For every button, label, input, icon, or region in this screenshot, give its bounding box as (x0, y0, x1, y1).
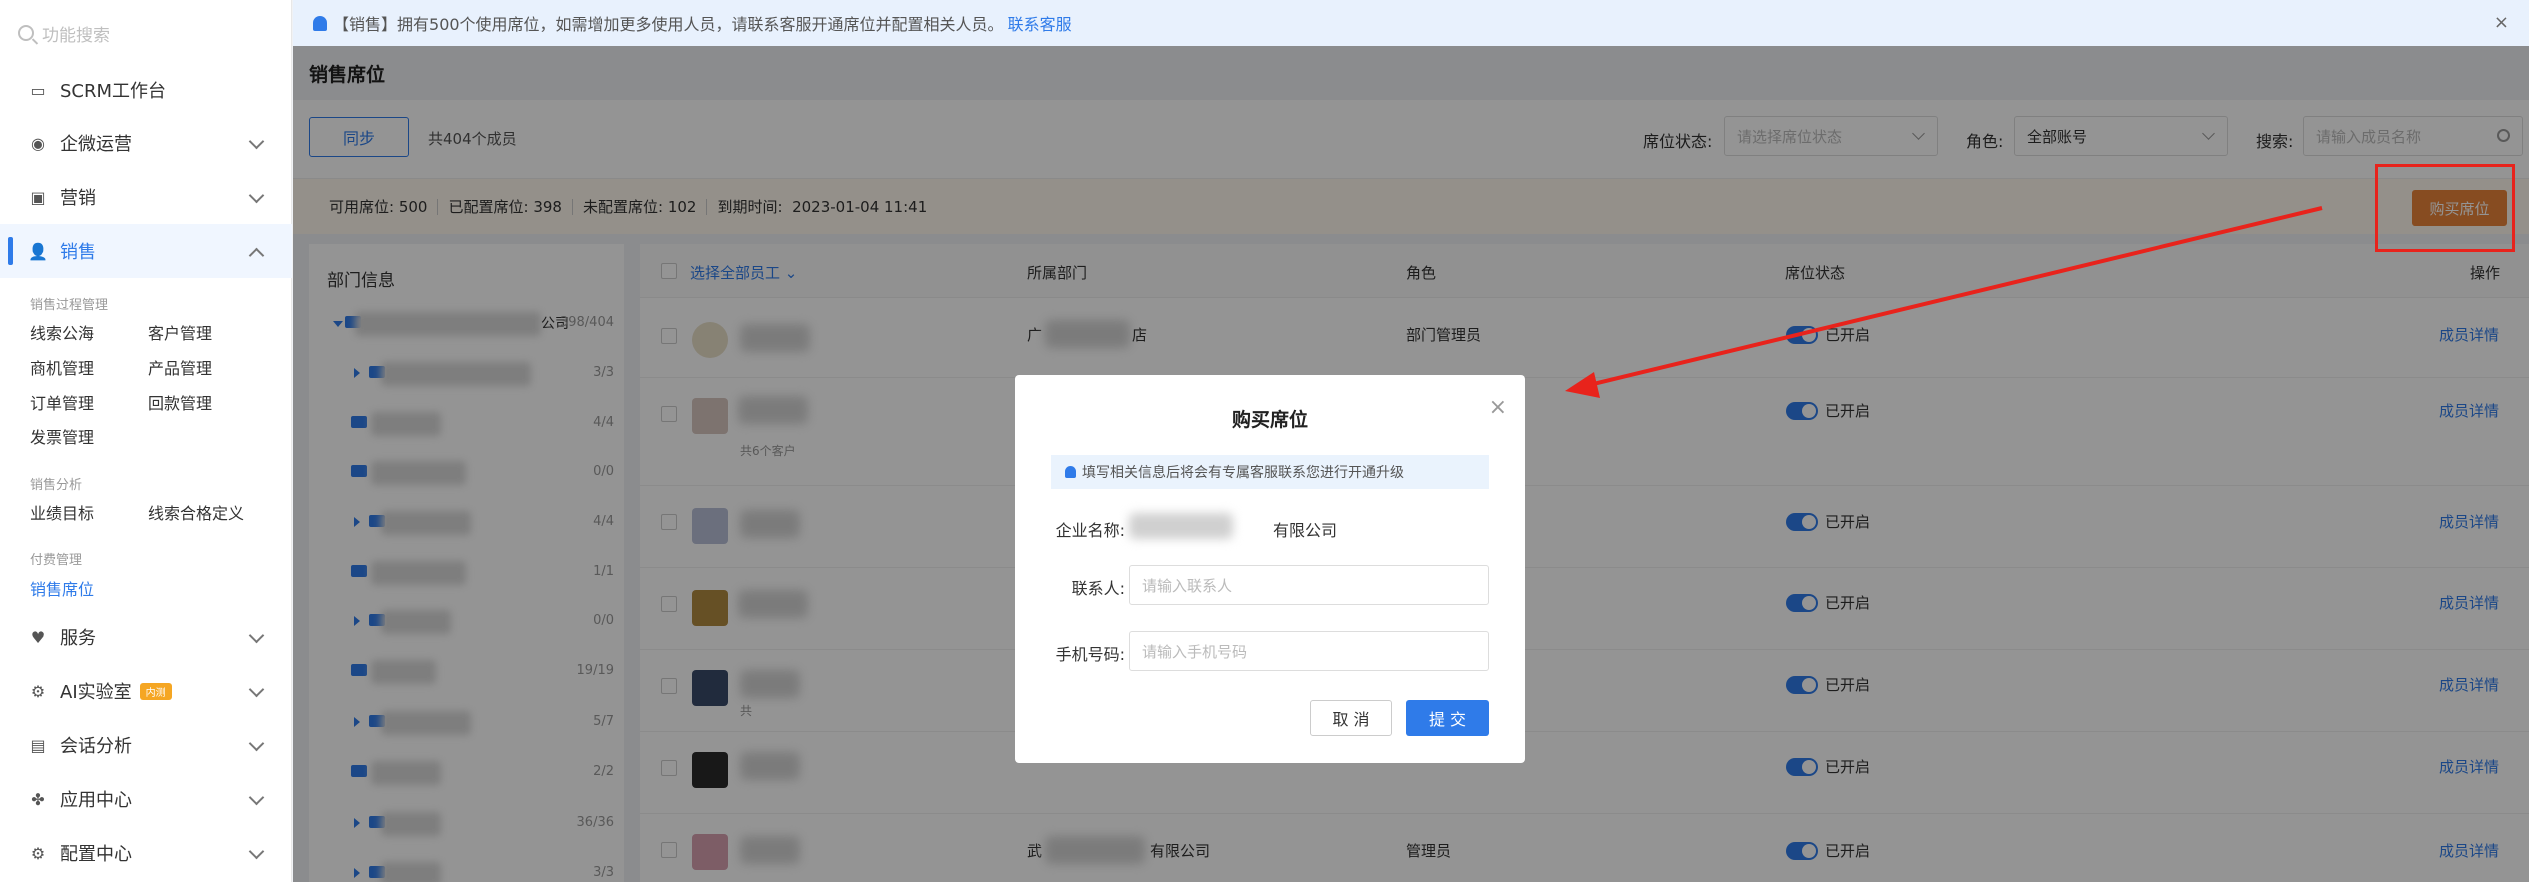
sublink-sales-seats[interactable]: 销售席位 (30, 576, 94, 600)
heart-icon: ♥ (30, 627, 46, 647)
close-icon[interactable]: × (2494, 12, 2509, 33)
notice-tag: 【销售】 (333, 15, 398, 34)
beta-badge: 内测 (139, 682, 172, 700)
buy-seats-dialog: 购买席位 × 填写相关信息后将会有专属客服联系您进行开通升级 企业名称: 有限公… (1015, 375, 1525, 763)
menu-label: 企微运营 (60, 134, 132, 155)
menu-label: SCRM工作台 (60, 81, 167, 102)
ai-icon: ⚙ (30, 681, 46, 701)
cancel-button[interactable]: 取 消 (1310, 700, 1392, 736)
company-label: 企业名称: (1055, 521, 1125, 540)
menu-label: 应用中心 (60, 790, 132, 811)
chevron-down-icon (248, 789, 265, 806)
contact-support-link[interactable]: 联系客服 (1008, 11, 1072, 35)
close-icon[interactable]: × (1489, 395, 1507, 420)
sublink-payment-mgmt[interactable]: 回款管理 (148, 390, 212, 414)
group-sales-analysis: 销售分析 (30, 478, 83, 493)
sublink-order-mgmt[interactable]: 订单管理 (30, 390, 94, 414)
menu-label: 会话分析 (60, 736, 132, 757)
search-icon (18, 25, 34, 41)
menu-item-config-center[interactable]: ⚙ 配置中心 (0, 826, 292, 880)
notice-text: 拥有500个使用席位，如需增加更多使用人员，请联系客服开通席位并配置相关人员。 (397, 15, 1004, 34)
group-paid-mgmt: 付费管理 (30, 553, 83, 568)
menu-item-ai-lab[interactable]: ⚙ AI实验室 内测 (0, 664, 292, 718)
dialog-tip-text: 填写相关信息后将会有专属客服联系您进行开通升级 (1082, 465, 1404, 481)
monitor-icon: ▭ (30, 80, 46, 100)
menu-label: AI实验室 (60, 682, 132, 703)
chevron-down-icon (248, 133, 265, 150)
sublink-invoice-mgmt[interactable]: 发票管理 (30, 424, 94, 448)
annotation-highlight-box (2375, 164, 2515, 252)
bell-icon (1065, 466, 1076, 478)
contact-input[interactable]: 请输入联系人 (1129, 565, 1489, 605)
chevron-down-icon (248, 627, 265, 644)
bell-icon (313, 15, 327, 31)
chat-icon: ◉ (31, 133, 45, 153)
user-add-icon: 👤 (28, 241, 48, 261)
group-sales-process: 销售过程管理 (30, 298, 109, 313)
phone-label: 手机号码: (1055, 645, 1125, 664)
menu-item-app-center[interactable]: ✤ 应用中心 (0, 772, 292, 826)
phone-placeholder: 请输入手机号码 (1142, 642, 1248, 661)
submit-button[interactable]: 提 交 (1406, 700, 1489, 736)
menu-label: 服务 (60, 628, 96, 649)
megaphone-icon: ▣ (30, 187, 46, 207)
chevron-down-icon (248, 187, 265, 204)
menu-item-scrm-workbench[interactable]: ▭ SCRM工作台 (0, 63, 292, 117)
gear-icon: ⚙ (30, 843, 46, 863)
sublink-lead-qualification[interactable]: 线索合格定义 (148, 500, 244, 524)
sublink-product-mgmt[interactable]: 产品管理 (148, 355, 212, 379)
menu-item-sales[interactable]: 👤 销售 (0, 224, 292, 278)
notice-bar: 【销售】 拥有500个使用席位，如需增加更多使用人员，请联系客服开通席位并配置相… (293, 0, 2529, 46)
blurred-company-name (1129, 513, 1233, 539)
analysis-icon: ▤ (30, 735, 46, 755)
menu-label: 营销 (60, 188, 96, 209)
chevron-down-icon (248, 843, 265, 860)
sublink-performance-target[interactable]: 业绩目标 (30, 500, 94, 524)
menu-item-wecom-ops[interactable]: ◉ 企微运营 (0, 116, 292, 170)
menu-item-session-analysis[interactable]: ▤ 会话分析 (0, 718, 292, 772)
sublink-opportunity-mgmt[interactable]: 商机管理 (30, 355, 94, 379)
phone-input[interactable]: 请输入手机号码 (1129, 631, 1489, 671)
sidebar-search-placeholder: 功能搜索 (42, 25, 110, 46)
sublink-leads-pool[interactable]: 线索公海 (30, 320, 94, 344)
menu-item-marketing[interactable]: ▣ 营销 (0, 170, 292, 224)
apps-icon: ✤ (31, 789, 45, 809)
sublink-customer-mgmt[interactable]: 客户管理 (148, 320, 212, 344)
chevron-up-icon (248, 247, 265, 264)
sidebar-search[interactable]: 功能搜索 (18, 18, 110, 48)
contact-placeholder: 请输入联系人 (1142, 576, 1233, 595)
dialog-title: 购买席位 (1231, 409, 1308, 431)
contact-label: 联系人: (1071, 579, 1125, 598)
app-root: 功能搜索 ▭ SCRM工作台 ◉ 企微运营 ▣ 营销 👤 销售 销售过程管理 线… (0, 0, 2529, 882)
dialog-tip: 填写相关信息后将会有专属客服联系您进行开通升级 (1051, 455, 1489, 489)
menu-item-service[interactable]: ♥ 服务 (0, 610, 292, 664)
company-suffix: 有限公司 (1273, 521, 1338, 540)
chevron-down-icon (248, 681, 265, 698)
sidebar: 功能搜索 ▭ SCRM工作台 ◉ 企微运营 ▣ 营销 👤 销售 销售过程管理 线… (0, 0, 292, 882)
menu-label: 配置中心 (60, 844, 132, 865)
chevron-down-icon (248, 735, 265, 752)
menu-label: 销售 (60, 242, 96, 263)
